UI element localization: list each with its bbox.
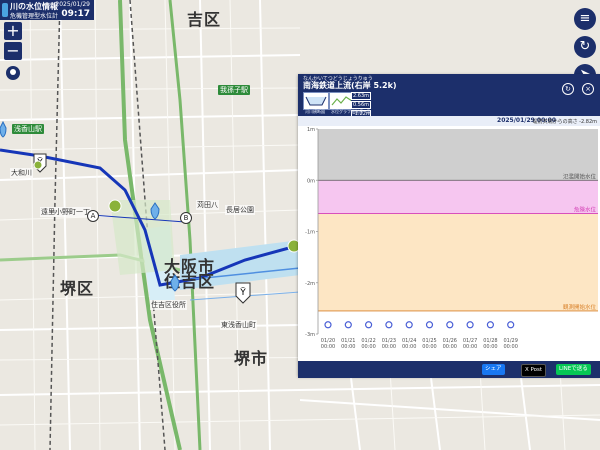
zero-level-note: 堤防天端からの高さ -2.82m xyxy=(532,119,597,125)
app-subtitle: 危機管理型水位計 xyxy=(10,13,59,20)
chart-band-2 xyxy=(318,213,598,311)
x-tick-sublabel: 00:00 xyxy=(341,344,355,350)
y-tick-label: -2m xyxy=(305,281,315,287)
station-panel: なんかいてつどうじょうりゅう 南海鉄道上流(右岸 5.2k) ↻ × 河川横断図… xyxy=(298,74,600,378)
panel-footer: シェア X Post LINEで送る xyxy=(298,361,600,378)
marker-a[interactable]: A xyxy=(87,210,99,222)
y-tick-label: 1m xyxy=(307,127,315,133)
x-tick-sublabel: 00:00 xyxy=(443,344,457,350)
data-point xyxy=(466,321,474,329)
x-tick-sublabel: 00:00 xyxy=(361,344,375,350)
water-drop-marker-1[interactable] xyxy=(150,202,160,220)
facebook-share-button[interactable]: シェア xyxy=(482,364,505,375)
level-value-2: 0.56m xyxy=(351,101,371,109)
app-logo[interactable]: 川の水位情報 危機管理型水位計 2025/01/29 09:17 xyxy=(0,0,94,20)
x-tick-sublabel: 00:00 xyxy=(503,344,517,350)
band-label-2: 観測開始水位 xyxy=(563,303,597,311)
chart-band-1 xyxy=(318,180,598,214)
line-share-button[interactable]: LINEで送る xyxy=(556,364,591,375)
water-level-marker-2[interactable]: Ÿ xyxy=(235,282,251,304)
data-point xyxy=(425,321,434,329)
camera-marker-3[interactable] xyxy=(33,160,43,170)
y-tick-label: -3m xyxy=(305,332,315,338)
data-point xyxy=(507,321,515,329)
water-drop-marker-3[interactable] xyxy=(0,120,7,138)
chart-band-0 xyxy=(318,129,598,181)
data-point xyxy=(385,321,393,329)
station-name: 南海鉄道上流(右岸 5.2k) xyxy=(303,81,397,90)
data-point xyxy=(324,321,332,329)
data-point xyxy=(405,321,413,329)
header-time: 09:17 xyxy=(61,9,90,19)
band-label-0: 氾濫開始水位 xyxy=(563,172,597,180)
data-point xyxy=(486,321,494,329)
refresh-icon[interactable]: ↻ xyxy=(561,83,574,95)
panel-header-icons: ↻ × xyxy=(559,76,594,95)
camera-marker-1[interactable] xyxy=(108,199,122,213)
zoom-in-button[interactable]: + xyxy=(4,22,22,40)
x-tick-sublabel: 00:00 xyxy=(463,344,477,350)
water-drop-marker-2[interactable] xyxy=(170,274,180,292)
tab-cross-section[interactable] xyxy=(303,92,329,110)
x-tick-sublabel: 00:00 xyxy=(422,344,436,350)
x-tick-sublabel: 00:00 xyxy=(321,344,335,350)
y-tick-label: 0m xyxy=(307,178,315,184)
cross-section-icon xyxy=(305,96,327,106)
tab-observation-list[interactable]: 観測値一覧 xyxy=(346,109,376,115)
data-point xyxy=(446,321,454,329)
band-label-1: 危険水位 xyxy=(574,206,597,214)
location-icon[interactable] xyxy=(6,66,20,80)
wave-icon xyxy=(2,3,8,17)
marker-b[interactable]: B xyxy=(180,212,192,224)
svg-text:Ÿ: Ÿ xyxy=(239,287,246,298)
x-tick-sublabel: 00:00 xyxy=(483,344,497,350)
menu-button[interactable]: ≡ xyxy=(574,8,596,30)
panel-header: なんかいてつどうじょうりゅう 南海鉄道上流(右岸 5.2k) ↻ × 河川横断図… xyxy=(298,74,600,119)
zoom-out-button[interactable]: − xyxy=(4,42,22,60)
x-tick-sublabel: 00:00 xyxy=(402,344,416,350)
data-point xyxy=(344,321,352,329)
close-icon[interactable]: × xyxy=(582,83,594,95)
x-post-button[interactable]: X Post xyxy=(521,364,547,377)
level-value-1: 2.63m xyxy=(351,92,371,100)
x-tick-sublabel: 00:00 xyxy=(382,344,396,350)
info-bar: 2025/01/29 00:00 堤防天端からの高さ -2.82m xyxy=(298,116,600,126)
y-tick-label: -1m xyxy=(305,230,315,236)
refresh-button[interactable]: ↻ xyxy=(574,36,596,58)
data-point xyxy=(364,321,373,329)
header-date: 2025/01/29 xyxy=(55,1,90,8)
water-level-chart: 氾濫開始水位危険水位観測開始水位1m0m-1m-2m-3m01/2000:000… xyxy=(305,127,598,350)
